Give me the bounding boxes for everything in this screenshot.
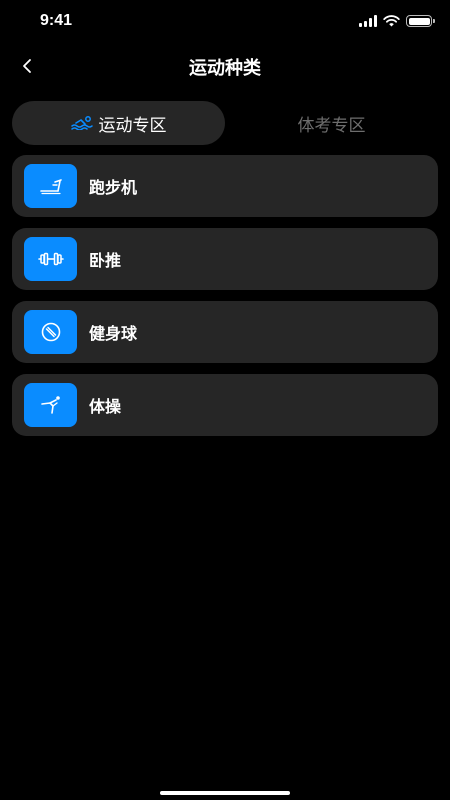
tab-label: 体考专区 — [297, 115, 366, 136]
tab-sports-zone[interactable]: 运动专区 — [12, 101, 225, 145]
home-indicator[interactable] — [160, 791, 290, 795]
swimmer-icon — [70, 116, 93, 130]
list-item-treadmill[interactable]: 跑步机 — [12, 155, 438, 217]
list-item-bench-press[interactable]: 卧推 — [12, 228, 438, 290]
sport-icon-box — [24, 310, 77, 354]
list-item-gymnastics[interactable]: 体操 — [12, 374, 438, 436]
sport-icon-box — [24, 383, 77, 427]
cellular-signal-icon — [359, 15, 377, 27]
sport-icon-box — [24, 237, 77, 281]
nav-bar: 运动种类 — [0, 44, 450, 88]
wifi-icon — [383, 15, 400, 27]
sport-label: 健身球 — [89, 324, 138, 343]
status-bar: 9:41 — [0, 0, 450, 44]
fitness-ball-icon — [41, 322, 60, 342]
tab-exam-zone[interactable]: 体考专区 — [225, 101, 438, 145]
battery-icon — [406, 15, 435, 27]
sport-icon-box — [24, 164, 77, 208]
status-time: 9:41 — [40, 12, 73, 29]
status-icons — [359, 14, 435, 28]
list-item-fitness-ball[interactable]: 健身球 — [12, 301, 438, 363]
gymnastics-icon — [40, 396, 60, 414]
page-title: 运动种类 — [189, 58, 261, 79]
tab-label: 运动专区 — [98, 115, 167, 136]
dumbbell-icon — [37, 252, 64, 266]
sport-label: 跑步机 — [89, 178, 138, 197]
category-tabs: 运动专区 体考专区 — [12, 101, 438, 145]
sport-list: 跑步机 卧推 健身球 体操 — [12, 155, 438, 447]
treadmill-icon — [39, 179, 62, 195]
sport-label: 卧推 — [89, 251, 122, 270]
sport-label: 体操 — [89, 397, 122, 416]
